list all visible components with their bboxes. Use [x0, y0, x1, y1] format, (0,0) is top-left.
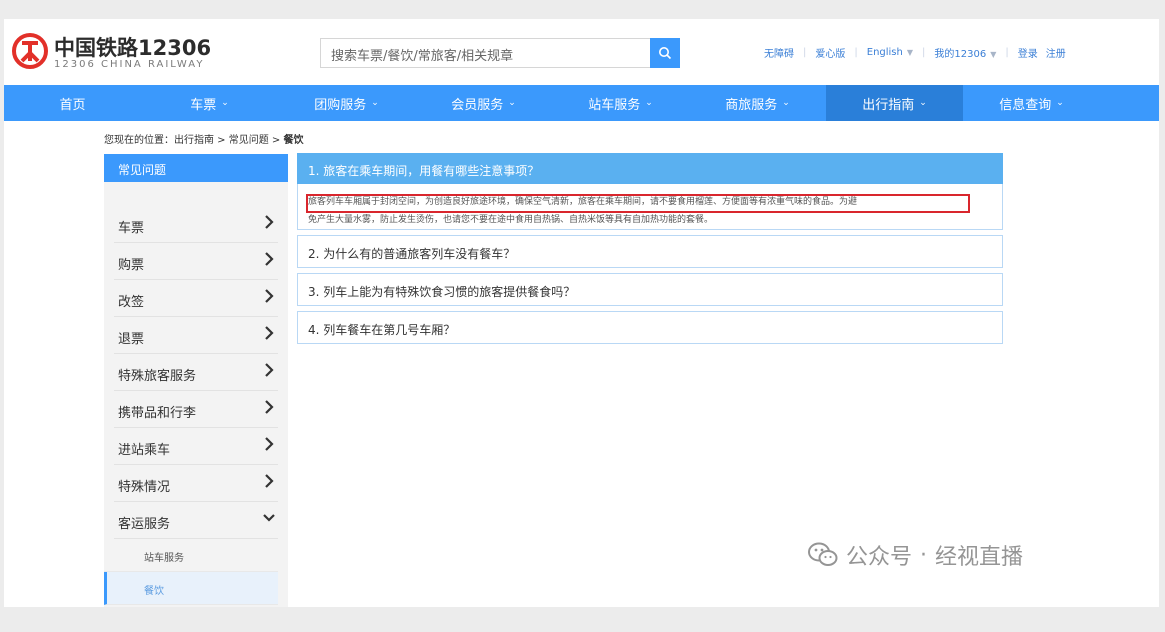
- chevron-right-icon: [265, 363, 274, 377]
- language-select[interactable]: English ▼: [867, 47, 913, 58]
- nav-label: 首页: [59, 97, 86, 113]
- register-link[interactable]: 注册: [1046, 45, 1066, 60]
- chevron-down-icon: ⌄: [371, 98, 379, 108]
- chevron-right-icon: [265, 400, 274, 414]
- care-version-link[interactable]: 爱心版: [815, 45, 845, 60]
- sidebar-item-label: 车票: [118, 221, 145, 236]
- faq-list: 1. 旅客在乘车期间，用餐有哪些注意事项？ 旅客列车车厢属于封闭空间，为创造良好…: [297, 153, 1003, 349]
- breadcrumb-path[interactable]: 您现在的位置：出行指南 > 常见问题 >: [104, 135, 283, 146]
- sidebar-item-label: 改签: [118, 295, 145, 310]
- nav-label: 团购服务: [314, 97, 367, 113]
- watermark-platform: 公众号: [846, 545, 913, 570]
- watermark: 公众号 · 经视直播: [808, 539, 1023, 571]
- faq-question-2[interactable]: 2. 为什么有的普通旅客列车没有餐车？: [297, 235, 1003, 268]
- divider: |: [922, 47, 926, 58]
- sidebar-item-label: 购票: [118, 258, 145, 273]
- sidebar-item-change[interactable]: 改签: [114, 280, 278, 317]
- nav-label: 商旅服务: [725, 97, 778, 113]
- brand-name[interactable]: 中国铁路12306: [54, 32, 211, 62]
- faq-question-1[interactable]: 1. 旅客在乘车期间，用餐有哪些注意事项？: [297, 153, 1003, 184]
- chevron-down-icon: ⌄: [221, 98, 229, 108]
- chevron-down-icon: ⌄: [645, 98, 653, 108]
- divider: |: [803, 47, 807, 58]
- sidebar-item-label: 客运服务: [118, 517, 171, 532]
- nav-label: 信息查询: [999, 97, 1052, 113]
- nav-travel-guide[interactable]: 出行指南 ⌄: [826, 85, 963, 121]
- chevron-down-icon: ▼: [906, 48, 914, 57]
- breadcrumb-current: 餐饮: [283, 135, 304, 146]
- nav-label: 会员服务: [451, 97, 504, 113]
- login-link[interactable]: 登录: [1018, 45, 1038, 60]
- divider: |: [1005, 47, 1009, 58]
- search-button[interactable]: [650, 38, 680, 68]
- chevron-down-icon: ⌄: [782, 98, 790, 108]
- chevron-right-icon: [265, 215, 274, 229]
- chevron-right-icon: [265, 252, 274, 266]
- browser-page: 中国铁路12306 12306 CHINA RAILWAY 搜索车票/餐饮/常旅…: [4, 19, 1159, 607]
- nav-tickets[interactable]: 车票 ⌄: [141, 85, 278, 121]
- sidebar-item-label: 进站乘车: [118, 443, 171, 458]
- chevron-right-icon: [265, 474, 274, 488]
- chevron-right-icon: [265, 326, 274, 340]
- sidebar-subitem-catering[interactable]: 餐饮: [104, 572, 278, 605]
- watermark-account: 经视直播: [935, 545, 1024, 570]
- sidebar-item-boarding[interactable]: 进站乘车: [114, 428, 278, 465]
- chevron-right-icon: [265, 289, 274, 303]
- my-account-label: 我的12306: [934, 49, 987, 60]
- main-nav: 首页 车票 ⌄ 团购服务 ⌄ 会员服务 ⌄ 站车服务 ⌄ 商旅服务 ⌄ 出行指南 ⌄ 信息查…: [4, 85, 1159, 121]
- nav-label: 出行指南: [862, 97, 915, 113]
- sidebar-item-luggage[interactable]: 携带品和行李: [114, 391, 278, 428]
- divider: |: [854, 47, 858, 58]
- faq-question-4[interactable]: 4. 列车餐车在第几号车厢？: [297, 311, 1003, 344]
- nav-station-service[interactable]: 站车服务 ⌄: [552, 85, 689, 121]
- sidebar-subitem-station-service[interactable]: 站车服务: [104, 539, 278, 572]
- chevron-down-icon: ▼: [990, 50, 997, 59]
- chevron-down-icon: ⌄: [1056, 98, 1064, 108]
- chevron-right-icon: [265, 437, 274, 451]
- language-label: English: [866, 47, 903, 58]
- search-input[interactable]: 搜索车票/餐饮/常旅客/相关规章: [320, 38, 650, 68]
- sidebar-title: 常见问题: [104, 154, 288, 182]
- highlight-box: [306, 194, 970, 213]
- sidebar-item-special-cases[interactable]: 特殊情况: [114, 465, 278, 502]
- sidebar-item-tickets[interactable]: 车票: [114, 206, 278, 243]
- faq-sidebar: 常见问题 车票 购票 改签 退票 特殊旅客服务 携带品和行李 进站乘车 特殊情况…: [104, 154, 288, 607]
- faq-question-3[interactable]: 3. 列车上能为有特殊饮食习惯的旅客提供餐食吗？: [297, 273, 1003, 306]
- sidebar-item-label: 退票: [118, 332, 145, 347]
- brand-subtitle: 12306 CHINA RAILWAY: [54, 59, 205, 70]
- chevron-down-icon: ⌄: [508, 98, 516, 108]
- sidebar-item-label: 携带品和行李: [118, 406, 197, 421]
- breadcrumb: 您现在的位置：出行指南 > 常见问题 > 餐饮: [104, 131, 303, 146]
- sidebar-item-label: 特殊旅客服务: [118, 369, 197, 384]
- nav-home[interactable]: 首页: [4, 85, 141, 121]
- chevron-down-icon: [263, 514, 275, 522]
- faq-answer-1: 旅客列车车厢属于封闭空间，为创造良好旅途环境，确保空气清新，旅客在乘车期间，请不…: [297, 184, 1003, 230]
- nav-label: 站车服务: [588, 97, 641, 113]
- railway-logo-icon[interactable]: [10, 31, 50, 71]
- nav-info-query[interactable]: 信息查询 ⌄: [963, 85, 1100, 121]
- answer-line-2: 免产生大量水雾，防止发生烫伤，也请您不要在途中食用自热锅、自热米饭等具有自加热功…: [308, 215, 714, 225]
- nav-group-service[interactable]: 团购服务 ⌄: [278, 85, 415, 121]
- sidebar-item-purchase[interactable]: 购票: [114, 243, 278, 280]
- top-links: 无障碍 | 爱心版 | English ▼ | 我的12306 ▼ | 登录 注册: [764, 45, 1066, 60]
- wechat-icon: [808, 542, 838, 566]
- nav-member-service[interactable]: 会员服务 ⌄: [415, 85, 552, 121]
- nav-business-travel[interactable]: 商旅服务 ⌄: [689, 85, 826, 121]
- accessible-link[interactable]: 无障碍: [764, 45, 794, 60]
- sidebar-item-refund[interactable]: 退票: [114, 317, 278, 354]
- my-account-menu[interactable]: 我的12306 ▼: [934, 45, 996, 60]
- sidebar-item-label: 特殊情况: [118, 480, 171, 495]
- search-icon: [659, 47, 672, 60]
- sidebar-item-special-passengers[interactable]: 特殊旅客服务: [114, 354, 278, 391]
- nav-label: 车票: [190, 97, 217, 113]
- site-header: 中国铁路12306 12306 CHINA RAILWAY 搜索车票/餐饮/常旅…: [4, 19, 1159, 85]
- watermark-separator: ·: [920, 542, 928, 568]
- sidebar-item-passenger-service[interactable]: 客运服务: [114, 502, 278, 539]
- chevron-down-icon: ⌄: [919, 98, 927, 108]
